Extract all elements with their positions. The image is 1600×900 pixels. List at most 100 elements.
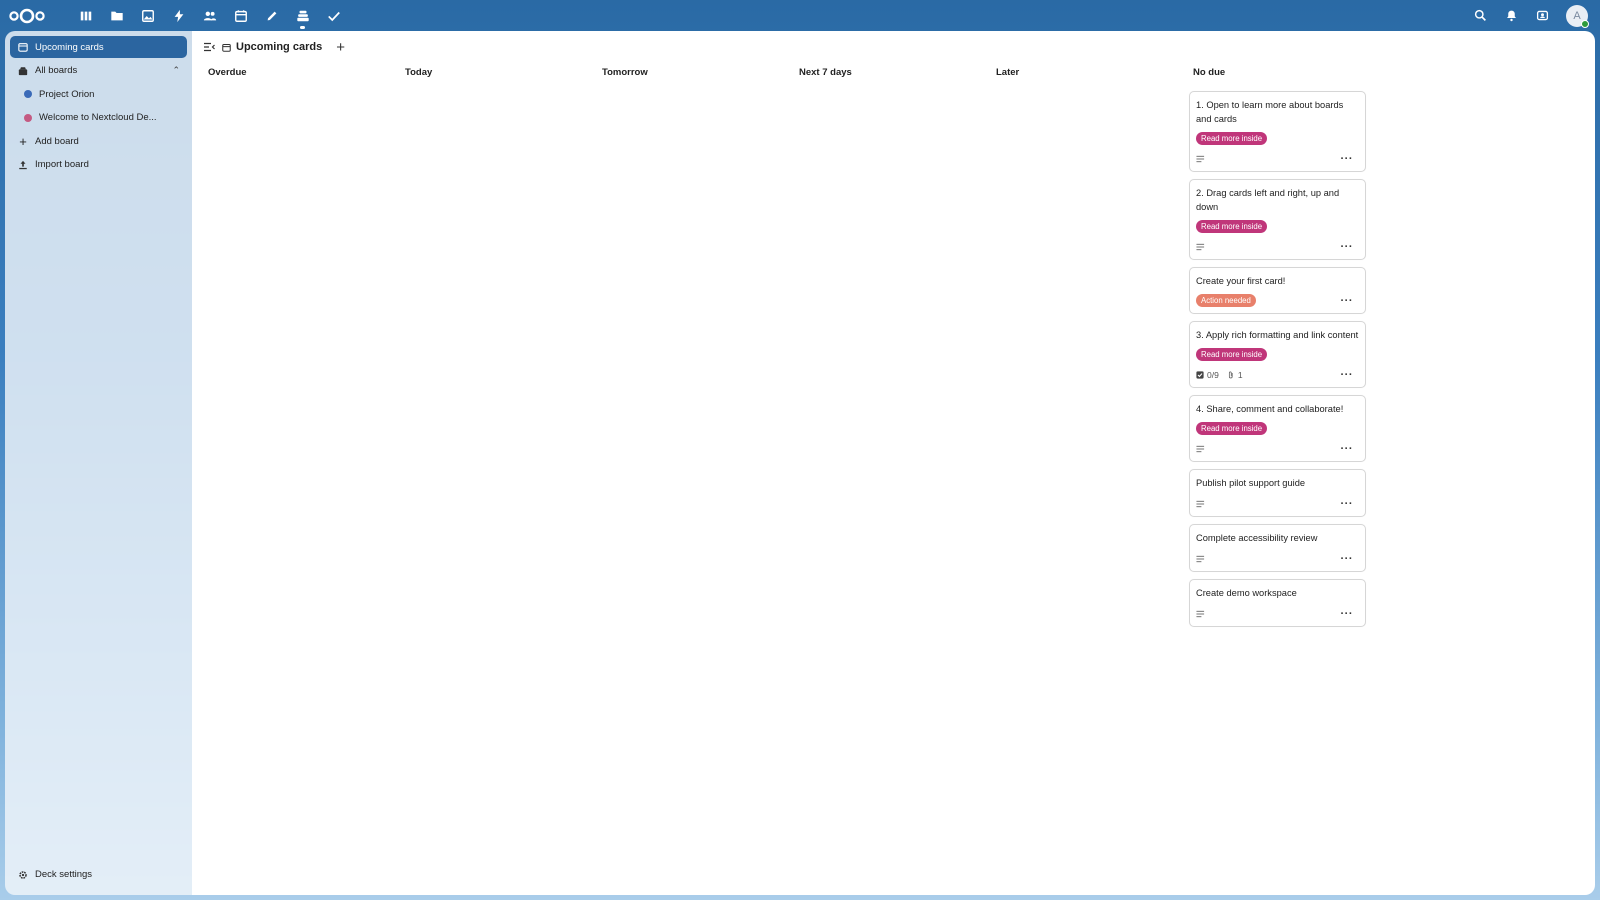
calendar-icon: [17, 41, 29, 53]
column-next-7-days: Next 7 days: [795, 67, 992, 634]
sidebar-item-label: Deck settings: [35, 869, 93, 880]
deck-settings-button[interactable]: Deck settings: [10, 864, 99, 886]
description-icon: [1196, 445, 1205, 453]
card-label-badge[interactable]: Read more inside: [1196, 422, 1268, 435]
add-card-button[interactable]: +: [336, 40, 345, 55]
sidebar-item-import-board[interactable]: Import board: [10, 154, 187, 176]
description-icon: [1196, 555, 1205, 563]
column-title: Overdue: [208, 67, 247, 78]
card-label-badge[interactable]: Read more inside: [1196, 348, 1268, 361]
description-icon: [1196, 500, 1205, 508]
card[interactable]: Complete accessibility review ···: [1189, 524, 1366, 572]
card[interactable]: Create your first card! Action needed ···: [1189, 267, 1366, 314]
card-footer: ···: [1196, 496, 1359, 512]
upcoming-columns: Overdue Today Tomorrow Next 7 days Later No d…: [204, 67, 1386, 634]
sidebar: Upcoming cards All boards ⌃ Project Orio…: [5, 31, 192, 895]
card-menu-icon[interactable]: ···: [1341, 154, 1354, 165]
tasks-icon[interactable]: [318, 0, 349, 31]
column-title: No due: [1193, 67, 1226, 78]
card-title: Create your first card!: [1196, 276, 1286, 286]
column-later: Later: [992, 67, 1189, 634]
card[interactable]: 3. Apply rich formatting and link conten…: [1189, 321, 1366, 388]
card[interactable]: 2. Drag cards left and right, up and dow…: [1189, 179, 1366, 260]
card-menu-icon[interactable]: ···: [1341, 370, 1354, 381]
column-title: Today: [405, 67, 433, 78]
card-footer: 0/9 1 ···: [1196, 367, 1359, 383]
deck-icon[interactable]: [287, 0, 318, 31]
card[interactable]: Publish pilot support guide ···: [1189, 469, 1366, 517]
chevron-up-icon[interactable]: ⌃: [172, 65, 180, 76]
card[interactable]: 4. Share, comment and collaborate! Read m…: [1189, 395, 1366, 462]
sidebar-item-label: Add board: [35, 135, 79, 147]
card-menu-icon[interactable]: ···: [1341, 554, 1354, 565]
contacts-menu-icon[interactable]: [1527, 0, 1558, 31]
card-label-badge[interactable]: Read more inside: [1196, 132, 1268, 145]
card-menu-icon[interactable]: ···: [1341, 242, 1354, 253]
board-color-dot: [24, 90, 32, 98]
card-menu-icon[interactable]: ···: [1341, 296, 1354, 307]
app-frame: Upcoming cards All boards ⌃ Project Orio…: [5, 31, 1595, 895]
checkbox-icon: [1196, 371, 1204, 379]
card-footer: ···: [1196, 551, 1359, 567]
card-list: 1. Open to learn more about boards and c…: [1189, 91, 1386, 627]
card-title: 3. Apply rich formatting and link conten…: [1196, 330, 1359, 340]
calendar-icon[interactable]: [225, 0, 256, 31]
card-menu-icon[interactable]: ···: [1341, 499, 1354, 510]
page-title: Upcoming cards: [236, 41, 323, 53]
card-title: Publish pilot support guide: [1196, 478, 1306, 488]
sidebar-item-board-project-orion[interactable]: Project Orion: [10, 83, 187, 105]
column-title: Next 7 days: [799, 67, 852, 78]
sidebar-item-label: Upcoming cards: [35, 41, 104, 53]
column-title: Tomorrow: [602, 67, 648, 78]
upload-icon: [17, 159, 29, 171]
sidebar-item-board-welcome[interactable]: Welcome to Nextcloud De...: [10, 107, 187, 129]
card[interactable]: Create demo workspace ···: [1189, 579, 1366, 627]
plus-icon: +: [19, 133, 27, 149]
user-avatar[interactable]: A: [1566, 4, 1589, 28]
attachments-count: 1: [1237, 370, 1243, 380]
page-header: Upcoming cards +: [192, 31, 1595, 63]
sidebar-item-label: Project Orion: [39, 88, 95, 100]
card-footer: ···: [1196, 441, 1359, 457]
card-label-badge[interactable]: Action needed: [1196, 294, 1256, 307]
files-icon[interactable]: [101, 0, 132, 31]
nextcloud-logo-icon[interactable]: [8, 0, 48, 31]
paperclip-icon: [1228, 371, 1233, 379]
activity-icon[interactable]: [163, 0, 194, 31]
sidebar-item-add-board[interactable]: + Add board: [10, 130, 187, 152]
search-icon[interactable]: [1465, 0, 1496, 31]
card-menu-icon[interactable]: ···: [1341, 444, 1354, 455]
avatar-initial: A: [1573, 9, 1581, 22]
contacts-icon[interactable]: [194, 0, 225, 31]
sidebar-item-label: All boards: [35, 65, 78, 76]
top-bar: A: [0, 0, 1600, 31]
checklist-count: 0/9: [1207, 370, 1219, 380]
sidebar-item-label: Import board: [35, 159, 89, 170]
column-no-due: No due 1. Open to learn more about boards…: [1189, 67, 1386, 634]
column-overdue: Overdue: [204, 67, 401, 634]
column-tomorrow: Tomorrow: [598, 67, 795, 634]
main-content: Upcoming cards + Overdue Today Tomorrow Nex…: [192, 31, 1595, 895]
card-label-badge[interactable]: Read more inside: [1196, 220, 1268, 233]
checklist-badge: 0/9: [1196, 370, 1219, 380]
dashboard-icon[interactable]: [70, 0, 101, 31]
card-menu-icon[interactable]: ···: [1341, 609, 1354, 620]
column-title: Later: [996, 67, 1020, 78]
sidebar-item-all-boards[interactable]: All boards ⌃: [10, 60, 187, 82]
description-icon: [1196, 243, 1205, 251]
archive-icon: [17, 65, 29, 77]
card[interactable]: 1. Open to learn more about boards and c…: [1189, 91, 1366, 172]
toggle-navigation-icon[interactable]: [202, 40, 216, 54]
online-status-badge: [1581, 19, 1589, 28]
notifications-icon[interactable]: [1496, 0, 1527, 31]
card-footer: ···: [1196, 606, 1359, 622]
card-title: Complete accessibility review: [1196, 533, 1318, 543]
card-footer: ···: [1196, 151, 1359, 167]
attachments-badge: 1: [1227, 370, 1243, 380]
notes-icon[interactable]: [256, 0, 287, 31]
photos-icon[interactable]: [132, 0, 163, 31]
sidebar-item-upcoming-cards[interactable]: Upcoming cards: [10, 36, 187, 58]
card-footer: ···: [1196, 239, 1359, 255]
card-title: 4. Share, comment and collaborate!: [1196, 404, 1344, 414]
card-title: 1. Open to learn more about boards and c…: [1196, 100, 1344, 124]
